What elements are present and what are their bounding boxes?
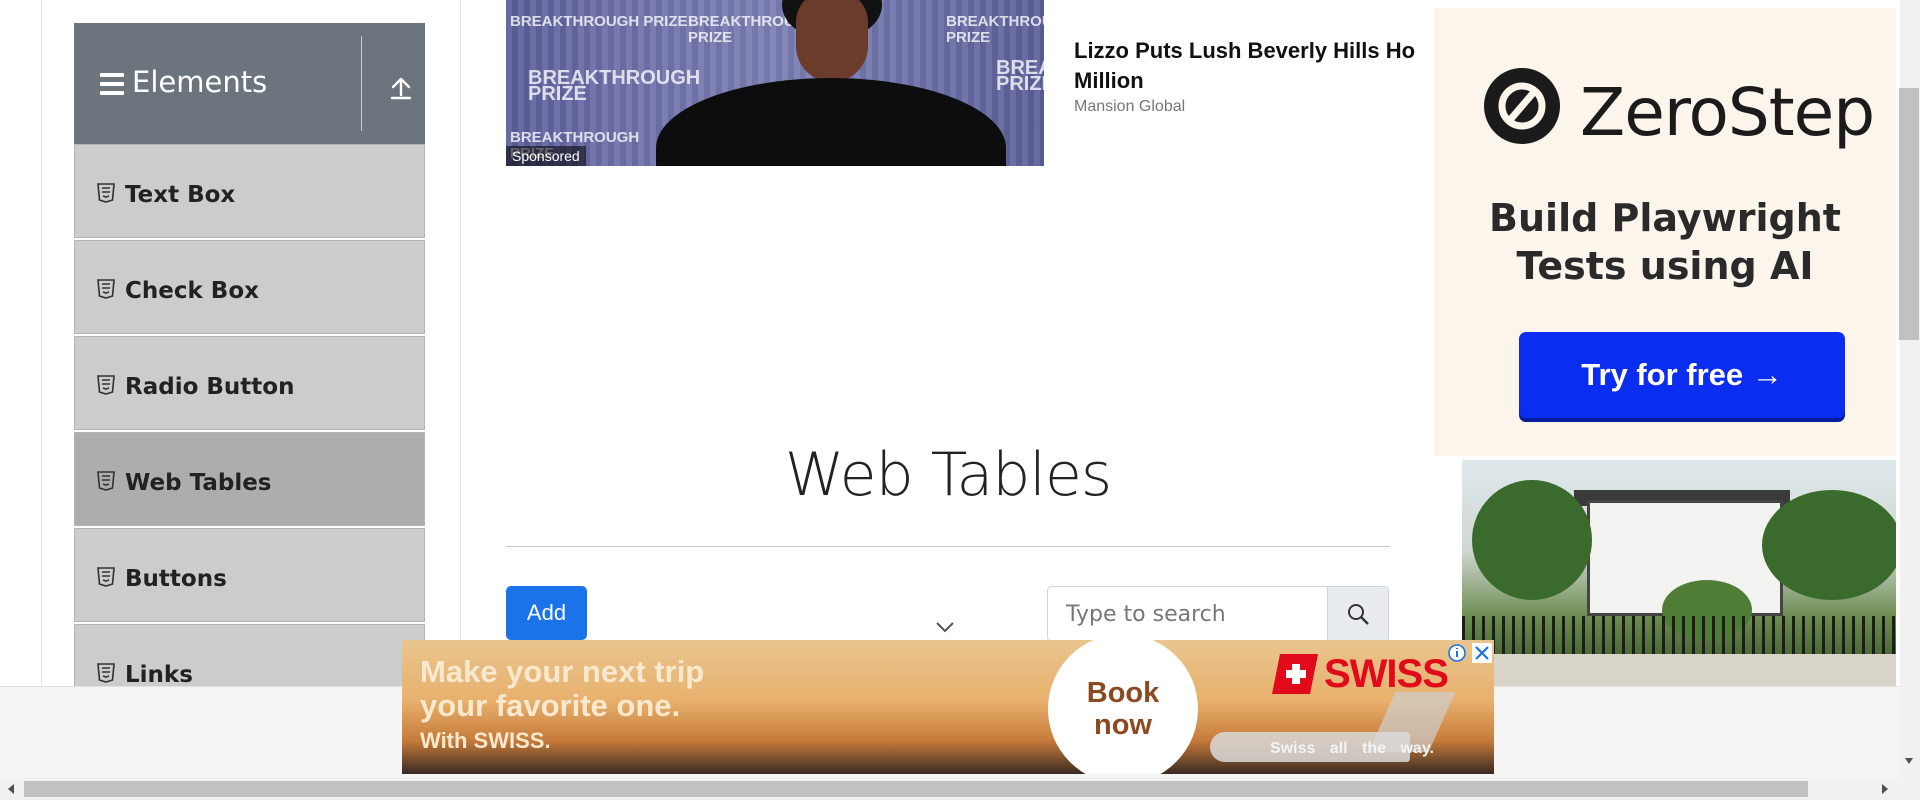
title-divider: [506, 546, 1390, 547]
search-button[interactable]: [1327, 587, 1388, 641]
swiss-ad[interactable]: Make your next trip your favorite one. W…: [402, 640, 1494, 774]
wall: [1462, 654, 1896, 686]
tree: [1762, 490, 1896, 600]
html5-icon: [97, 663, 115, 683]
content-divider: [460, 0, 461, 686]
ad-text: Make your next trip: [420, 654, 705, 689]
html5-icon: [97, 471, 115, 491]
elements-group-header[interactable]: Elements: [74, 23, 425, 144]
vertical-scrollbar-thumb[interactable]: [1899, 88, 1919, 340]
fence: [1462, 616, 1896, 656]
backdrop-text: BREAKTHROUGH PRIZE: [688, 13, 818, 46]
person-face: [796, 0, 868, 82]
chevron-down-icon[interactable]: [935, 620, 955, 634]
ad-brand: SWISS: [1324, 652, 1449, 696]
backdrop-text: BREAKTHROUGH PRIZE: [510, 13, 688, 30]
cta-line: Book: [1086, 677, 1160, 709]
search-box: [1047, 586, 1389, 642]
search-icon: [1348, 604, 1369, 625]
html5-icon: [97, 183, 115, 203]
scroll-right-arrow-icon[interactable]: [1880, 783, 1890, 795]
sponsored-article-source: Mansion Global: [1074, 98, 1186, 115]
sidebar-item-check-box[interactable]: Check Box: [74, 240, 425, 334]
hamburger-icon: [100, 73, 124, 95]
tree: [1472, 480, 1592, 600]
sidebar-item-web-tables[interactable]: Web Tables: [74, 432, 425, 526]
cta-line: now: [1094, 709, 1152, 741]
html5-icon: [97, 279, 115, 299]
ad-headline-line: Tests using AI: [1516, 244, 1814, 288]
ad-info-icon[interactable]: [1447, 643, 1467, 663]
sidebar-item-label: Radio Button: [125, 374, 295, 400]
add-record-button[interactable]: Add: [506, 586, 587, 640]
ad-brand: ZeroStep: [1580, 74, 1875, 151]
ad-headline: Build Playwright Tests using AI: [1434, 194, 1896, 290]
sidebar-item-label: Buttons: [125, 566, 227, 592]
house-ad-image[interactable]: [1462, 460, 1896, 686]
scroll-left-arrow-icon[interactable]: [6, 783, 16, 795]
zerostep-logo-icon: [1484, 68, 1560, 144]
sidebar-item-label: Check Box: [125, 278, 259, 304]
html5-icon: [97, 567, 115, 587]
try-for-free-button[interactable]: Try for free →: [1519, 332, 1845, 418]
group-title: Elements: [132, 65, 268, 99]
ad-text: With SWISS.: [420, 728, 551, 753]
search-input[interactable]: [1048, 587, 1328, 641]
html5-icon: [97, 375, 115, 395]
book-now-button[interactable]: Book now: [1048, 640, 1198, 774]
ad-headline-line: Build Playwright: [1489, 196, 1841, 240]
zerostep-ad[interactable]: ZeroStep Build Playwright Tests using AI…: [1434, 8, 1896, 456]
sponsored-article-title[interactable]: Lizzo Puts Lush Beverly Hills Ho Million: [1074, 36, 1446, 96]
ad-close-icon[interactable]: [1472, 643, 1492, 663]
page-title: Web Tables: [784, 440, 1112, 510]
sidebar-item-text-box[interactable]: Text Box: [74, 144, 425, 238]
article-title-line: Lizzo Puts Lush Beverly Hills Ho: [1074, 38, 1416, 63]
swiss-flag-icon: [1272, 654, 1318, 694]
horizontal-scrollbar-thumb[interactable]: [24, 781, 1808, 797]
sidebar-item-radio-button[interactable]: Radio Button: [74, 336, 425, 430]
backdrop-text: BREAKTHROUGH PRIZE: [996, 57, 1044, 95]
sidebar-item-label: Links: [125, 662, 193, 688]
sidebar-item-label: Text Box: [125, 182, 236, 208]
sidebar-item-buttons[interactable]: Buttons: [74, 528, 425, 622]
article-title-line: Million: [1074, 68, 1144, 93]
upload-arrow-icon[interactable]: [388, 75, 414, 101]
sponsored-article-image[interactable]: BREAKTHROUGH PRIZE BREAKTHROUGH PRIZE BR…: [506, 0, 1044, 166]
backdrop-text: BREAKTHROUGH PRIZE: [946, 13, 1044, 46]
sidebar-item-label: Web Tables: [125, 470, 272, 496]
backdrop-text: BREAKTHROUGH PRIZE: [528, 67, 701, 105]
scroll-down-arrow-icon[interactable]: [1904, 756, 1914, 766]
sponsored-badge: Sponsored: [506, 146, 586, 166]
ad-tagline: Swiss all the way.: [1270, 740, 1434, 757]
left-divider: [41, 0, 42, 686]
ad-text: your favorite one.: [420, 688, 681, 723]
header-divider: [361, 36, 362, 131]
